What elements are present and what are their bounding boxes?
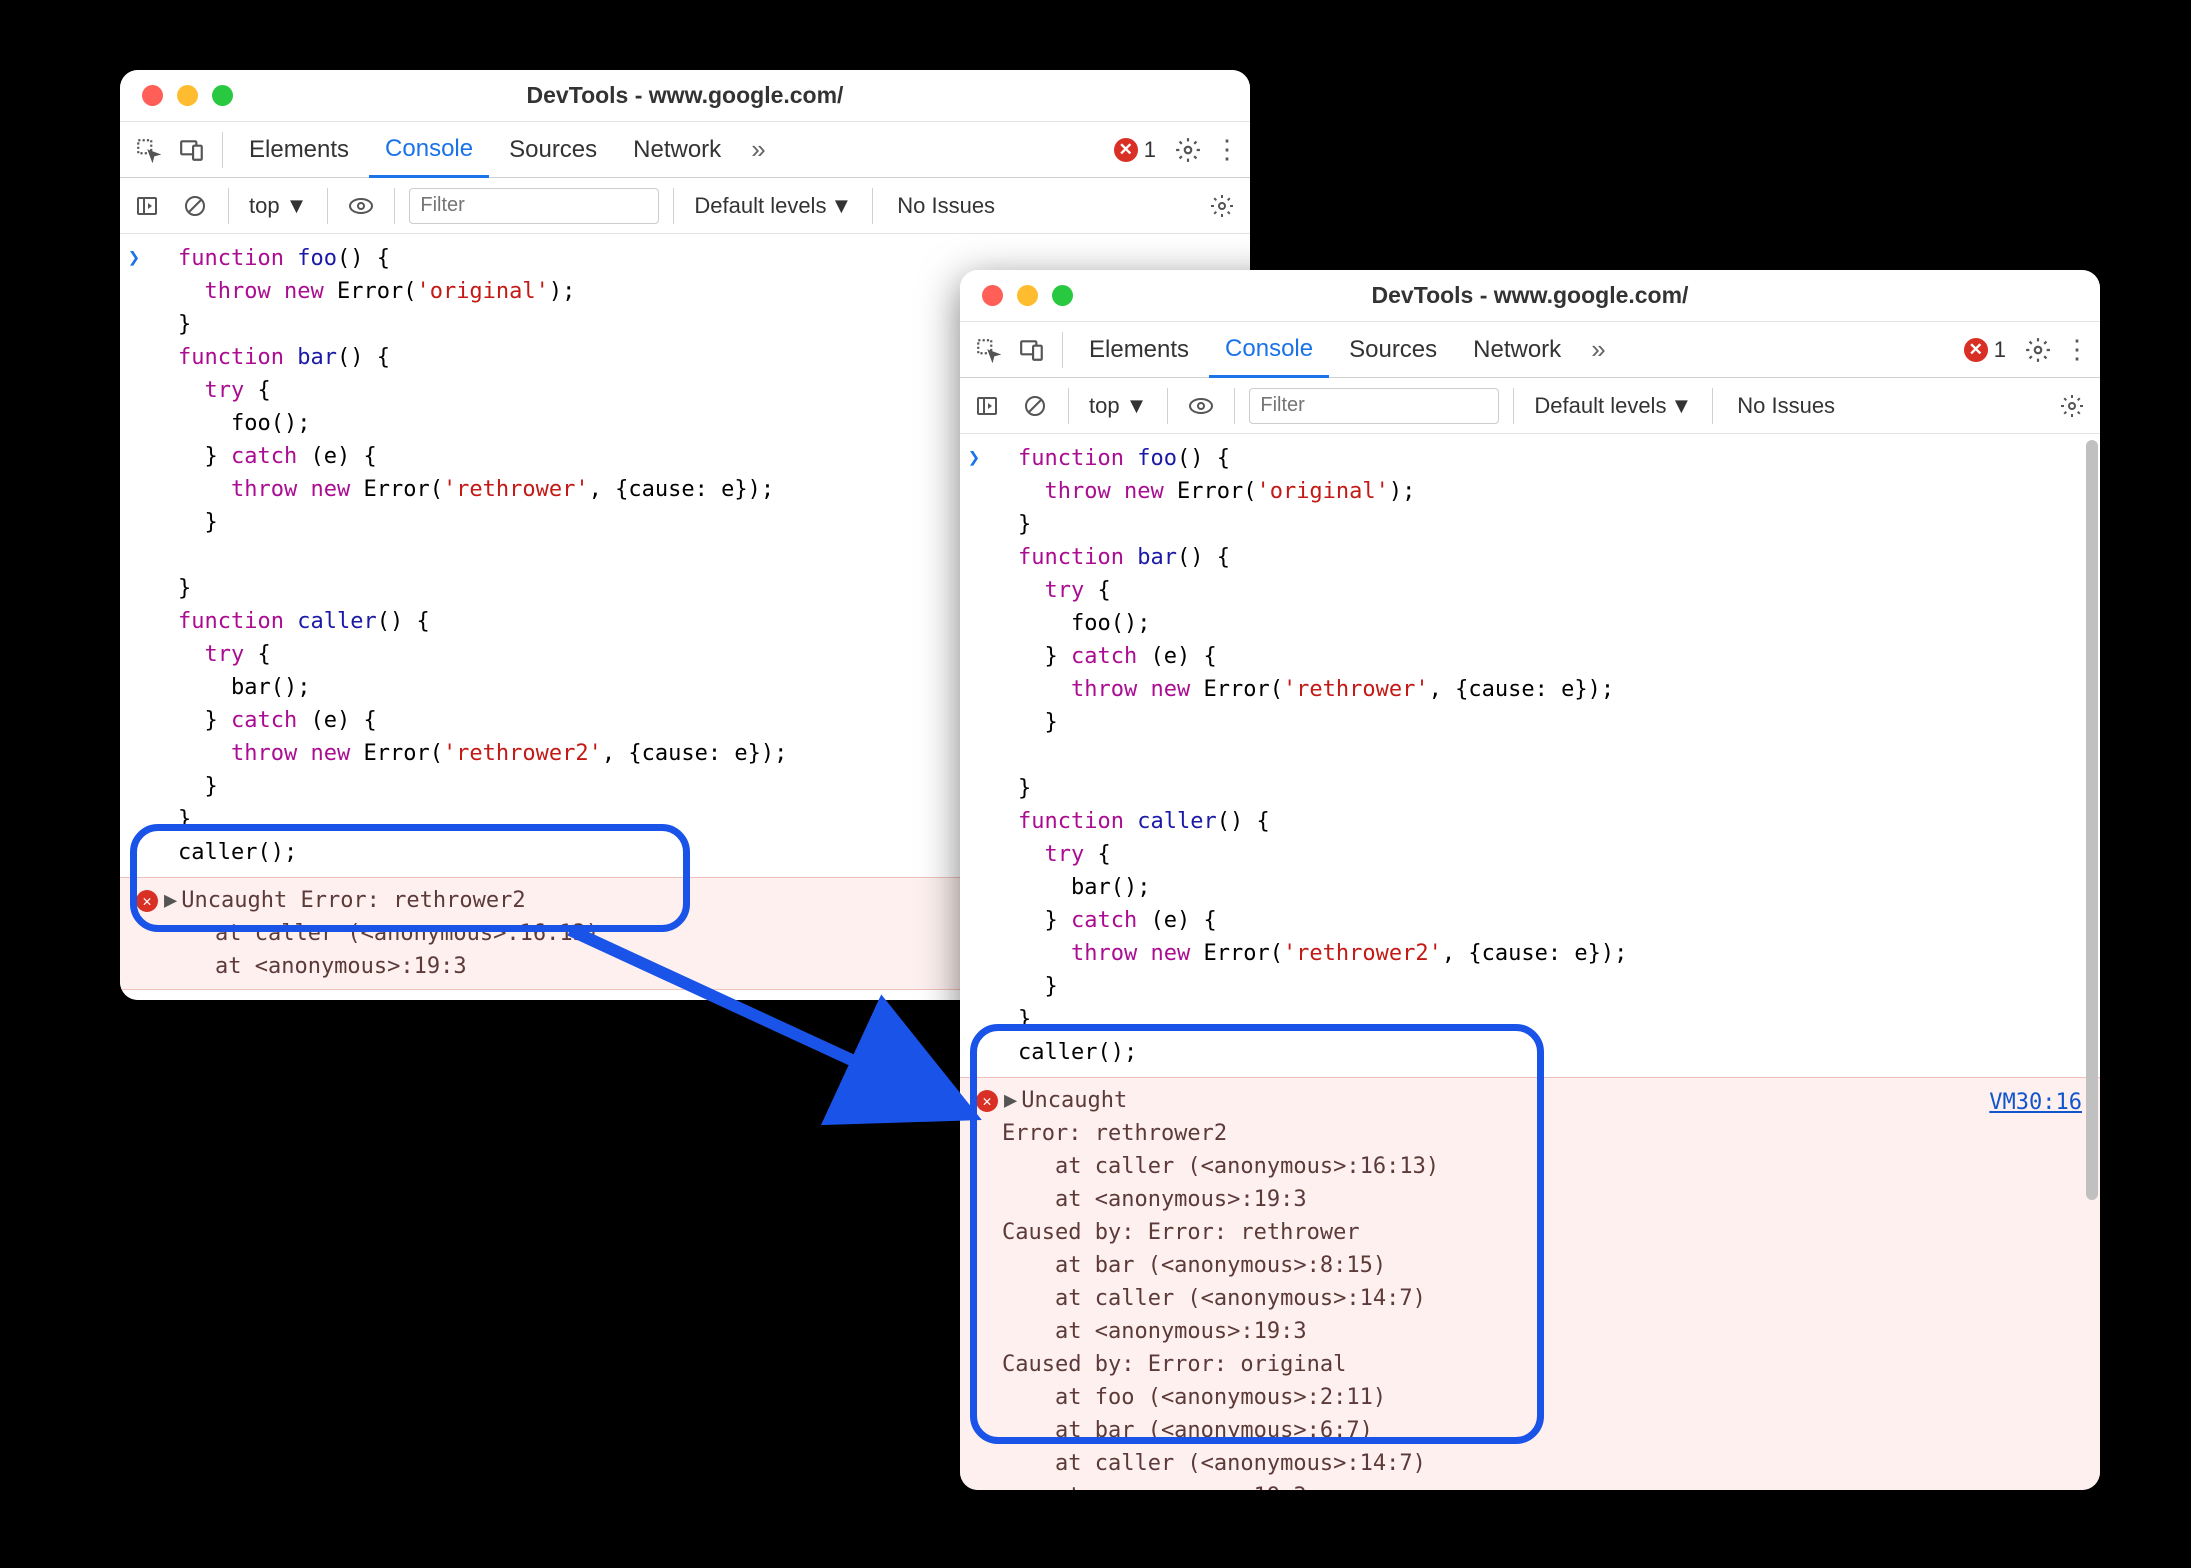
close-window-button[interactable] (142, 85, 163, 106)
device-toolbar-icon[interactable] (172, 130, 212, 170)
error-stack-trace: Error: rethrower2 at caller (<anonymous>… (972, 1117, 2090, 1490)
maximize-window-button[interactable] (212, 85, 233, 106)
titlebar: DevTools - www.google.com/ (960, 270, 2100, 322)
window-title: DevTools - www.google.com/ (960, 282, 2100, 309)
error-count-badge[interactable]: ✕ 1 (1106, 137, 1164, 163)
tab-elements[interactable]: Elements (1073, 322, 1205, 378)
tab-elements[interactable]: Elements (233, 122, 365, 178)
levels-label: Default levels (1534, 393, 1666, 419)
context-selector[interactable]: top ▼ (243, 193, 313, 219)
devtools-tabbar: Elements Console Sources Network » ✕ 1 ⋮ (120, 122, 1250, 178)
traffic-lights (960, 285, 1073, 306)
error-count-badge[interactable]: ✕ 1 (1956, 337, 2014, 363)
dropdown-triangle-icon: ▼ (1126, 393, 1148, 419)
close-window-button[interactable] (982, 285, 1003, 306)
error-icon: ✕ (136, 890, 158, 912)
clear-console-icon[interactable] (1016, 387, 1054, 425)
inspect-element-icon[interactable] (128, 130, 168, 170)
log-levels-selector[interactable]: Default levels ▼ (1528, 393, 1698, 419)
inspect-element-icon[interactable] (968, 330, 1008, 370)
titlebar: DevTools - www.google.com/ (120, 70, 1250, 122)
console-toolbar: top ▼ Default levels ▼ No Issues (120, 178, 1250, 234)
console-settings-icon[interactable] (1202, 194, 1242, 218)
tab-network[interactable]: Network (1457, 322, 1577, 378)
more-tabs-icon[interactable]: » (1581, 334, 1615, 365)
filter-input[interactable] (1249, 388, 1499, 424)
devtools-tabbar: Elements Console Sources Network » ✕ 1 ⋮ (960, 322, 2100, 378)
live-expression-icon[interactable] (342, 187, 380, 225)
filter-input[interactable] (409, 188, 659, 224)
settings-icon[interactable] (2018, 337, 2058, 363)
minimize-window-button[interactable] (177, 85, 198, 106)
console-error-message[interactable]: VM30:16 ✕ ▶Uncaught Error: rethrower2 at … (960, 1077, 2100, 1490)
error-count: 1 (1994, 337, 2006, 363)
error-icon: ✕ (1964, 338, 1988, 362)
error-icon: ✕ (1114, 138, 1138, 162)
clear-console-icon[interactable] (176, 187, 214, 225)
issues-label[interactable]: No Issues (887, 193, 1005, 219)
dropdown-triangle-icon: ▼ (286, 193, 308, 219)
sidebar-toggle-icon[interactable] (128, 187, 166, 225)
live-expression-icon[interactable] (1182, 387, 1220, 425)
levels-label: Default levels (694, 193, 826, 219)
error-icon: ✕ (976, 1090, 998, 1112)
tab-sources[interactable]: Sources (1333, 322, 1453, 378)
tab-console[interactable]: Console (369, 122, 489, 178)
error-title: Uncaught Error: rethrower2 (181, 888, 525, 913)
maximize-window-button[interactable] (1052, 285, 1073, 306)
devtools-window-after: DevTools - www.google.com/ Elements Cons… (960, 270, 2100, 1490)
settings-icon[interactable] (1168, 137, 1208, 163)
source-link[interactable]: VM30:16 (1989, 1086, 2082, 1119)
tab-network[interactable]: Network (617, 122, 737, 178)
console-body: ❯ function foo() { throw new Error('orig… (960, 434, 2100, 1490)
error-title: Uncaught (1021, 1088, 1127, 1113)
tab-sources[interactable]: Sources (493, 122, 613, 178)
device-toolbar-icon[interactable] (1012, 330, 1052, 370)
context-label: top (1089, 393, 1120, 419)
dropdown-triangle-icon: ▼ (1670, 393, 1692, 419)
tab-console[interactable]: Console (1209, 322, 1329, 378)
console-input-echo: ❯ function foo() { throw new Error('orig… (960, 434, 2100, 1077)
minimize-window-button[interactable] (1017, 285, 1038, 306)
more-menu-icon[interactable]: ⋮ (2062, 334, 2092, 365)
code-block: function foo() { throw new Error('origin… (990, 442, 2100, 1069)
disclosure-triangle-icon[interactable]: ▶ (1004, 1088, 1017, 1113)
sidebar-toggle-icon[interactable] (968, 387, 1006, 425)
traffic-lights (120, 85, 233, 106)
error-count: 1 (1144, 137, 1156, 163)
scrollbar-thumb[interactable] (2086, 440, 2098, 1200)
issues-label[interactable]: No Issues (1727, 393, 1845, 419)
more-tabs-icon[interactable]: » (741, 134, 775, 165)
dropdown-triangle-icon: ▼ (830, 193, 852, 219)
console-toolbar: top ▼ Default levels ▼ No Issues (960, 378, 2100, 434)
window-title: DevTools - www.google.com/ (120, 82, 1250, 109)
context-selector[interactable]: top ▼ (1083, 393, 1153, 419)
input-chevron-icon: ❯ (968, 442, 980, 472)
disclosure-triangle-icon[interactable]: ▶ (164, 888, 177, 913)
context-label: top (249, 193, 280, 219)
more-menu-icon[interactable]: ⋮ (1212, 134, 1242, 165)
console-settings-icon[interactable] (2052, 394, 2092, 418)
input-chevron-icon: ❯ (128, 242, 140, 272)
log-levels-selector[interactable]: Default levels ▼ (688, 193, 858, 219)
